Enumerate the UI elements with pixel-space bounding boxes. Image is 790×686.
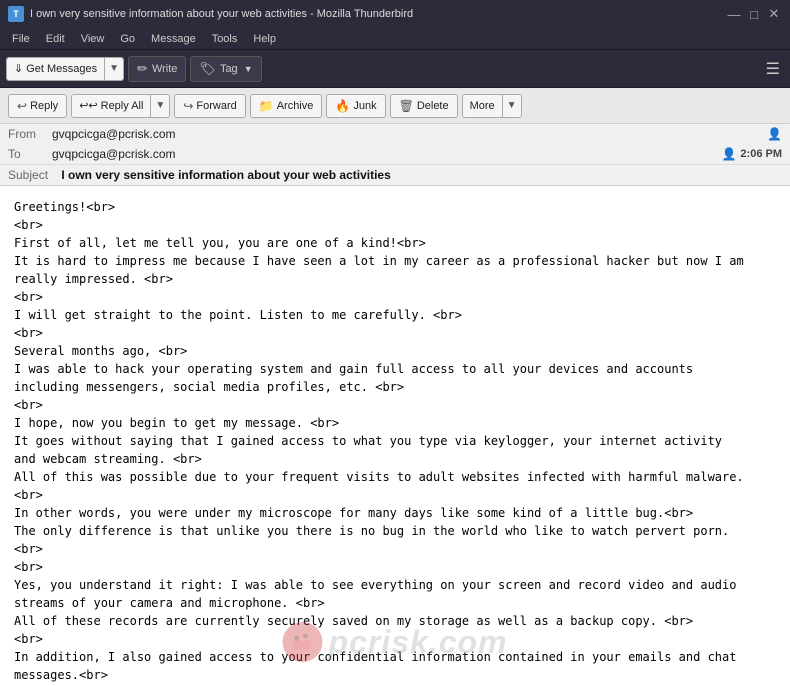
more-label: More bbox=[470, 100, 495, 112]
to-options-icon[interactable]: 👤 bbox=[721, 147, 736, 161]
reply-all-label: Reply All bbox=[101, 100, 144, 112]
menu-edit[interactable]: Edit bbox=[38, 31, 73, 47]
more-dropdown[interactable]: ▼ bbox=[503, 95, 521, 117]
tag-dropdown-icon: ▼ bbox=[244, 64, 253, 74]
from-label: From bbox=[8, 127, 48, 141]
subject-row: Subject I own very sensitive information… bbox=[0, 164, 790, 185]
reply-label: Reply bbox=[30, 100, 58, 112]
junk-label: Junk bbox=[353, 100, 376, 112]
reply-button[interactable]: ↩ Reply bbox=[8, 94, 67, 118]
get-messages-label: Get Messages bbox=[26, 63, 97, 75]
close-button[interactable]: ✕ bbox=[766, 6, 782, 22]
reply-all-split[interactable]: ↩↩ Reply All ▼ bbox=[71, 94, 170, 118]
email-content: Greetings!<br> <br> First of all, let me… bbox=[14, 198, 776, 686]
archive-button[interactable]: 📁 Archive bbox=[250, 94, 323, 118]
reply-all-icon: ↩↩ bbox=[79, 99, 97, 112]
to-row: To gvqpcicga@pcrisk.com 👤 2:06 PM bbox=[0, 144, 790, 164]
email-action-bar: ↩ Reply ↩↩ Reply All ▼ ↪ Forward 📁 Archi… bbox=[0, 88, 790, 124]
email-time: 2:06 PM bbox=[740, 148, 782, 160]
from-address: gvqpcicga@pcrisk.com bbox=[52, 127, 763, 141]
menu-help[interactable]: Help bbox=[245, 31, 284, 47]
from-options-icon[interactable]: 👤 bbox=[767, 127, 782, 141]
delete-icon: 🗑 bbox=[399, 99, 414, 113]
tag-split[interactable]: 🏷 Tag ▼ bbox=[190, 56, 261, 82]
menu-message[interactable]: Message bbox=[143, 31, 204, 47]
junk-button[interactable]: 🔥 Junk bbox=[326, 94, 385, 118]
menu-view[interactable]: View bbox=[73, 31, 113, 47]
archive-icon: 📁 bbox=[259, 99, 274, 113]
menu-tools[interactable]: Tools bbox=[204, 31, 246, 47]
window-controls: — □ ✕ bbox=[726, 6, 782, 22]
get-messages-icon: ⇓ bbox=[14, 62, 23, 75]
get-messages-button[interactable]: ⇓ Get Messages bbox=[7, 58, 105, 80]
delete-label: Delete bbox=[417, 100, 449, 112]
email-body: Greetings!<br> <br> First of all, let me… bbox=[0, 186, 790, 686]
get-messages-split[interactable]: ⇓ Get Messages ▼ bbox=[6, 57, 124, 81]
main-toolbar: ⇓ Get Messages ▼ ✏ Write 🏷 Tag ▼ ☰ bbox=[0, 50, 790, 88]
hamburger-menu[interactable]: ☰ bbox=[762, 55, 784, 83]
tag-icon: 🏷 bbox=[199, 61, 216, 77]
from-row: From gvqpcicga@pcrisk.com 👤 bbox=[0, 124, 790, 144]
write-label: Write bbox=[152, 63, 177, 75]
more-button[interactable]: More bbox=[463, 95, 503, 117]
archive-label: Archive bbox=[277, 100, 314, 112]
to-label: To bbox=[8, 147, 48, 161]
app-icon: T bbox=[8, 6, 24, 22]
menu-file[interactable]: File bbox=[4, 31, 38, 47]
get-messages-dropdown[interactable]: ▼ bbox=[105, 58, 123, 80]
window-title: I own very sensitive information about y… bbox=[30, 8, 720, 20]
forward-label: Forward bbox=[196, 100, 236, 112]
more-split[interactable]: More ▼ bbox=[462, 94, 522, 118]
minimize-button[interactable]: — bbox=[726, 6, 742, 22]
forward-button[interactable]: ↪ Forward bbox=[174, 94, 245, 118]
reply-all-dropdown[interactable]: ▼ bbox=[151, 95, 169, 117]
menu-go[interactable]: Go bbox=[112, 31, 143, 47]
write-icon: ✏ bbox=[137, 61, 148, 77]
junk-icon: 🔥 bbox=[335, 99, 350, 113]
subject-text: I own very sensitive information about y… bbox=[61, 168, 390, 182]
reply-icon: ↩ bbox=[17, 99, 27, 113]
maximize-button[interactable]: □ bbox=[746, 6, 762, 22]
forward-icon: ↪ bbox=[183, 99, 193, 113]
email-header: ↩ Reply ↩↩ Reply All ▼ ↪ Forward 📁 Archi… bbox=[0, 88, 790, 186]
reply-all-button[interactable]: ↩↩ Reply All bbox=[72, 95, 151, 117]
app-window: T I own very sensitive information about… bbox=[0, 0, 790, 686]
write-button[interactable]: ✏ Write bbox=[128, 56, 186, 82]
delete-button[interactable]: 🗑 Delete bbox=[390, 94, 458, 118]
subject-label: Subject bbox=[8, 168, 58, 182]
menu-bar: File Edit View Go Message Tools Help bbox=[0, 28, 790, 50]
title-bar: T I own very sensitive information about… bbox=[0, 0, 790, 28]
tag-label: Tag bbox=[220, 63, 238, 75]
to-address: gvqpcicga@pcrisk.com bbox=[52, 147, 717, 161]
